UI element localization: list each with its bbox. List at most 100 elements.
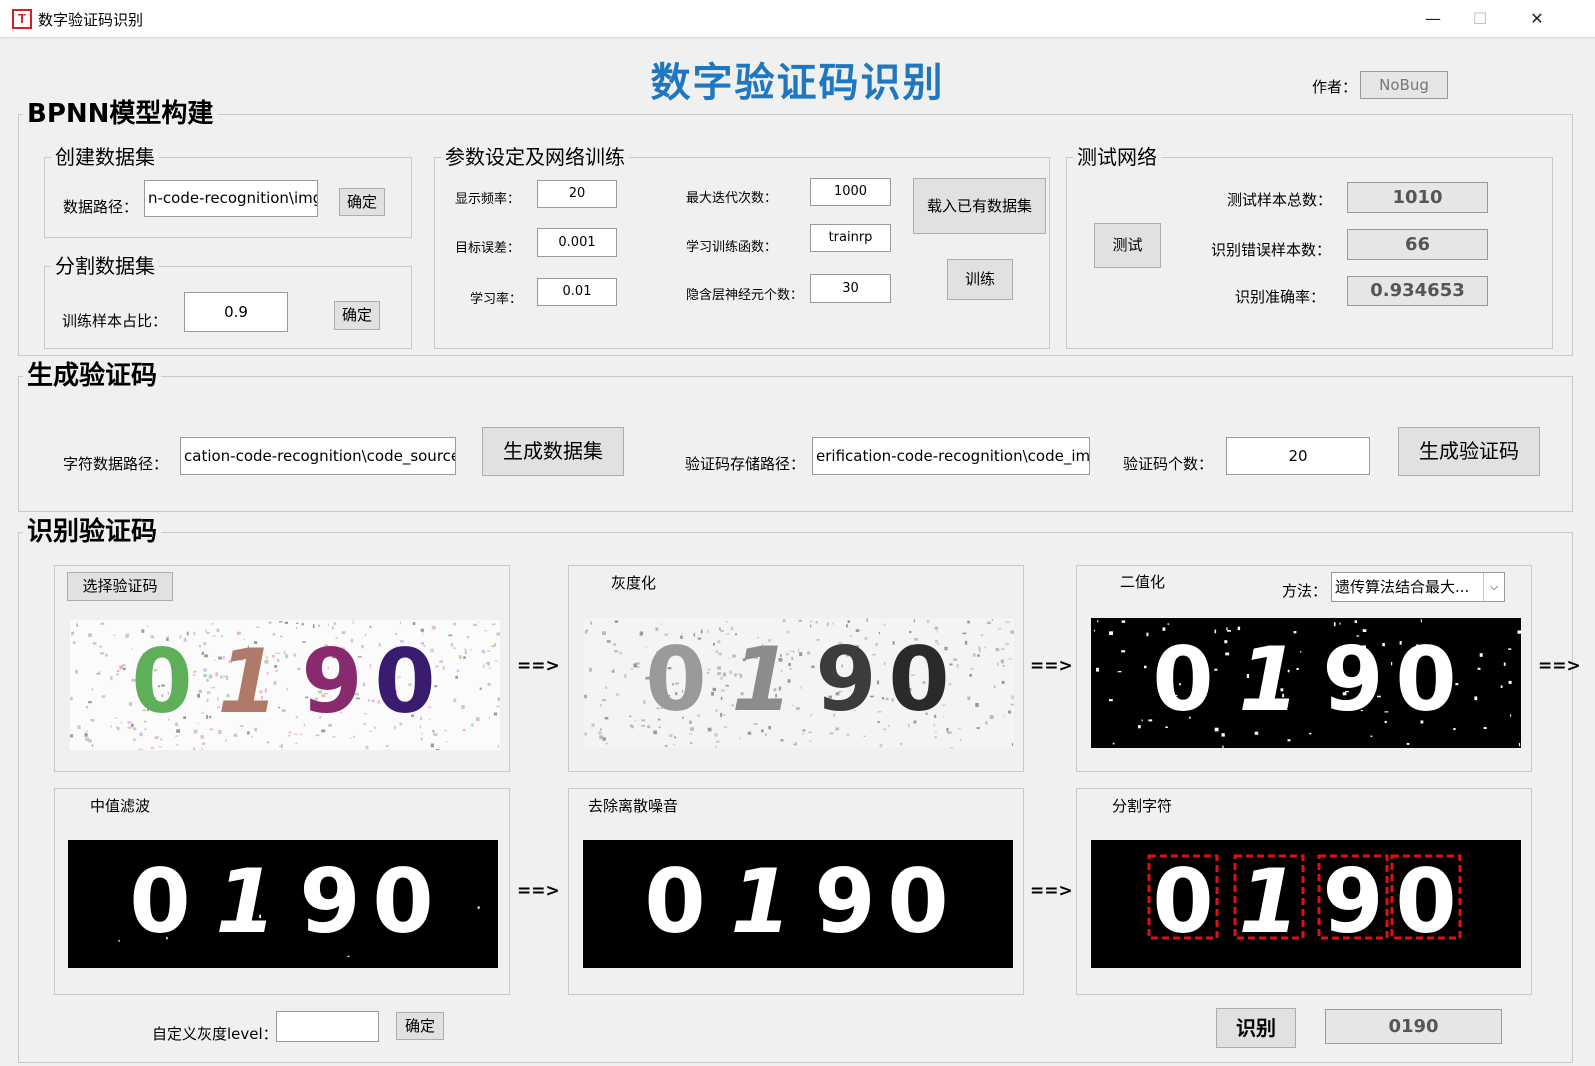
noise-dot — [481, 649, 486, 654]
noise-dot — [881, 697, 885, 700]
noise-dot — [780, 739, 784, 742]
train-fn-field[interactable]: trainrp — [810, 224, 891, 252]
noise-dot — [726, 633, 730, 635]
noise-dot — [100, 622, 105, 625]
custom-level-field[interactable] — [276, 1011, 379, 1042]
captcha-digit: 1 — [1238, 850, 1299, 953]
chevron-down-icon[interactable]: ⌵ — [1483, 573, 1504, 601]
noise-dot — [445, 741, 448, 743]
noise-dot — [1146, 632, 1149, 637]
test-button[interactable]: 测试 — [1094, 223, 1161, 268]
noise-dot — [747, 731, 752, 735]
noise-dot — [728, 658, 731, 659]
noise-dot — [1117, 671, 1122, 673]
noise-dot — [876, 680, 880, 685]
noise-dot — [1406, 743, 1410, 745]
noise-dot — [717, 666, 721, 670]
noise-dot — [1224, 640, 1228, 644]
noise-dot — [193, 729, 198, 734]
noise-dot — [809, 740, 812, 742]
noise-dot — [119, 665, 124, 670]
noise-dot — [117, 670, 120, 672]
captcha-digit: 0 — [129, 850, 190, 953]
data-path-field[interactable]: n-code-recognition\img\ — [144, 180, 318, 217]
noise-dot — [1005, 621, 1010, 624]
max-epochs-field[interactable]: 1000 — [810, 178, 891, 206]
noise-dot — [1144, 665, 1147, 669]
noise-dot — [798, 619, 802, 622]
select-captcha-button[interactable]: 选择验证码 — [67, 572, 173, 601]
noise-dot — [442, 666, 445, 670]
method-select[interactable]: 遗传算法结合最大... ⌵ — [1331, 572, 1505, 602]
noise-dot — [1508, 680, 1512, 684]
noise-dot — [810, 620, 813, 622]
noise-dot — [1093, 629, 1095, 632]
noise-dot — [462, 729, 466, 731]
noise-dot — [92, 642, 97, 645]
noise-dot — [84, 733, 88, 737]
split-dataset-confirm-button[interactable]: 确定 — [334, 301, 380, 330]
noise-dot — [585, 629, 588, 634]
noise-dot — [91, 688, 93, 691]
noise-dot — [284, 621, 288, 624]
noise-dot — [765, 733, 767, 736]
noise-dot — [604, 717, 609, 720]
goal-field[interactable]: 0.001 — [537, 228, 617, 257]
train-ratio-field[interactable]: 0.9 — [184, 292, 288, 332]
noise-dot — [959, 739, 962, 741]
create-dataset-confirm-button[interactable]: 确定 — [339, 188, 385, 216]
learning-rate-field[interactable]: 0.01 — [537, 278, 617, 306]
noise-dot — [599, 735, 603, 740]
noise-dot — [720, 696, 723, 701]
noise-dot — [494, 660, 499, 662]
noise-dot — [1221, 733, 1225, 737]
noise-dot — [225, 739, 227, 742]
noise-dot — [279, 621, 283, 623]
author-label: 作者： — [1312, 78, 1358, 96]
noise-dot — [1121, 620, 1126, 623]
noise-dot — [363, 713, 368, 715]
noise-dot — [981, 634, 984, 637]
noise-dot — [1109, 699, 1113, 702]
noise-dot — [132, 738, 136, 741]
noise-dot — [362, 682, 366, 687]
noise-dot — [1474, 696, 1478, 701]
noise-dot — [279, 653, 281, 655]
noise-dot — [707, 727, 712, 732]
noise-dot — [967, 696, 971, 701]
accuracy-field: 0.934653 — [1347, 276, 1488, 306]
close-button[interactable]: ✕ — [1514, 0, 1560, 38]
noise-dot — [1003, 714, 1005, 717]
noise-dot — [467, 636, 470, 639]
hidden-neurons-field[interactable]: 30 — [810, 274, 891, 303]
code-count-field[interactable]: 20 — [1226, 437, 1370, 475]
show-freq-field[interactable]: 20 — [537, 180, 617, 208]
params-legend: 参数设定及网络训练 — [445, 145, 625, 169]
noise-dot — [280, 635, 283, 637]
noise-dot — [1226, 627, 1228, 631]
noise-dot — [584, 694, 587, 699]
noise-dot — [327, 623, 329, 627]
noise-dot — [713, 643, 715, 646]
noise-dot — [589, 667, 592, 672]
noise-dot — [720, 713, 722, 717]
arrow-5: ==> — [1030, 881, 1073, 901]
minimize-button[interactable]: — — [1410, 0, 1456, 38]
noise-dot — [283, 650, 286, 655]
code-path-field[interactable]: erification-code-recognition\code_img\ — [812, 437, 1090, 475]
custom-level-confirm-button[interactable]: 确定 — [396, 1012, 444, 1040]
noise-dot — [312, 624, 315, 629]
generate-dataset-button[interactable]: 生成数据集 — [482, 427, 624, 476]
noise-dot — [879, 743, 883, 748]
recognize-button[interactable]: 识别 — [1216, 1008, 1296, 1048]
char-path-field[interactable]: cation-code-recognition\code_source\ — [180, 437, 456, 475]
load-dataset-button[interactable]: 载入已有数据集 — [913, 178, 1046, 234]
max-epochs-label: 最大迭代次数： — [686, 191, 778, 206]
noise-dot — [953, 658, 958, 661]
generate-code-button[interactable]: 生成验证码 — [1398, 427, 1540, 476]
noise-dot — [985, 721, 988, 725]
noise-dot — [660, 623, 663, 625]
maximize-button[interactable]: ☐ — [1457, 0, 1503, 38]
noise-dot — [349, 737, 352, 739]
train-button[interactable]: 训练 — [947, 259, 1013, 300]
